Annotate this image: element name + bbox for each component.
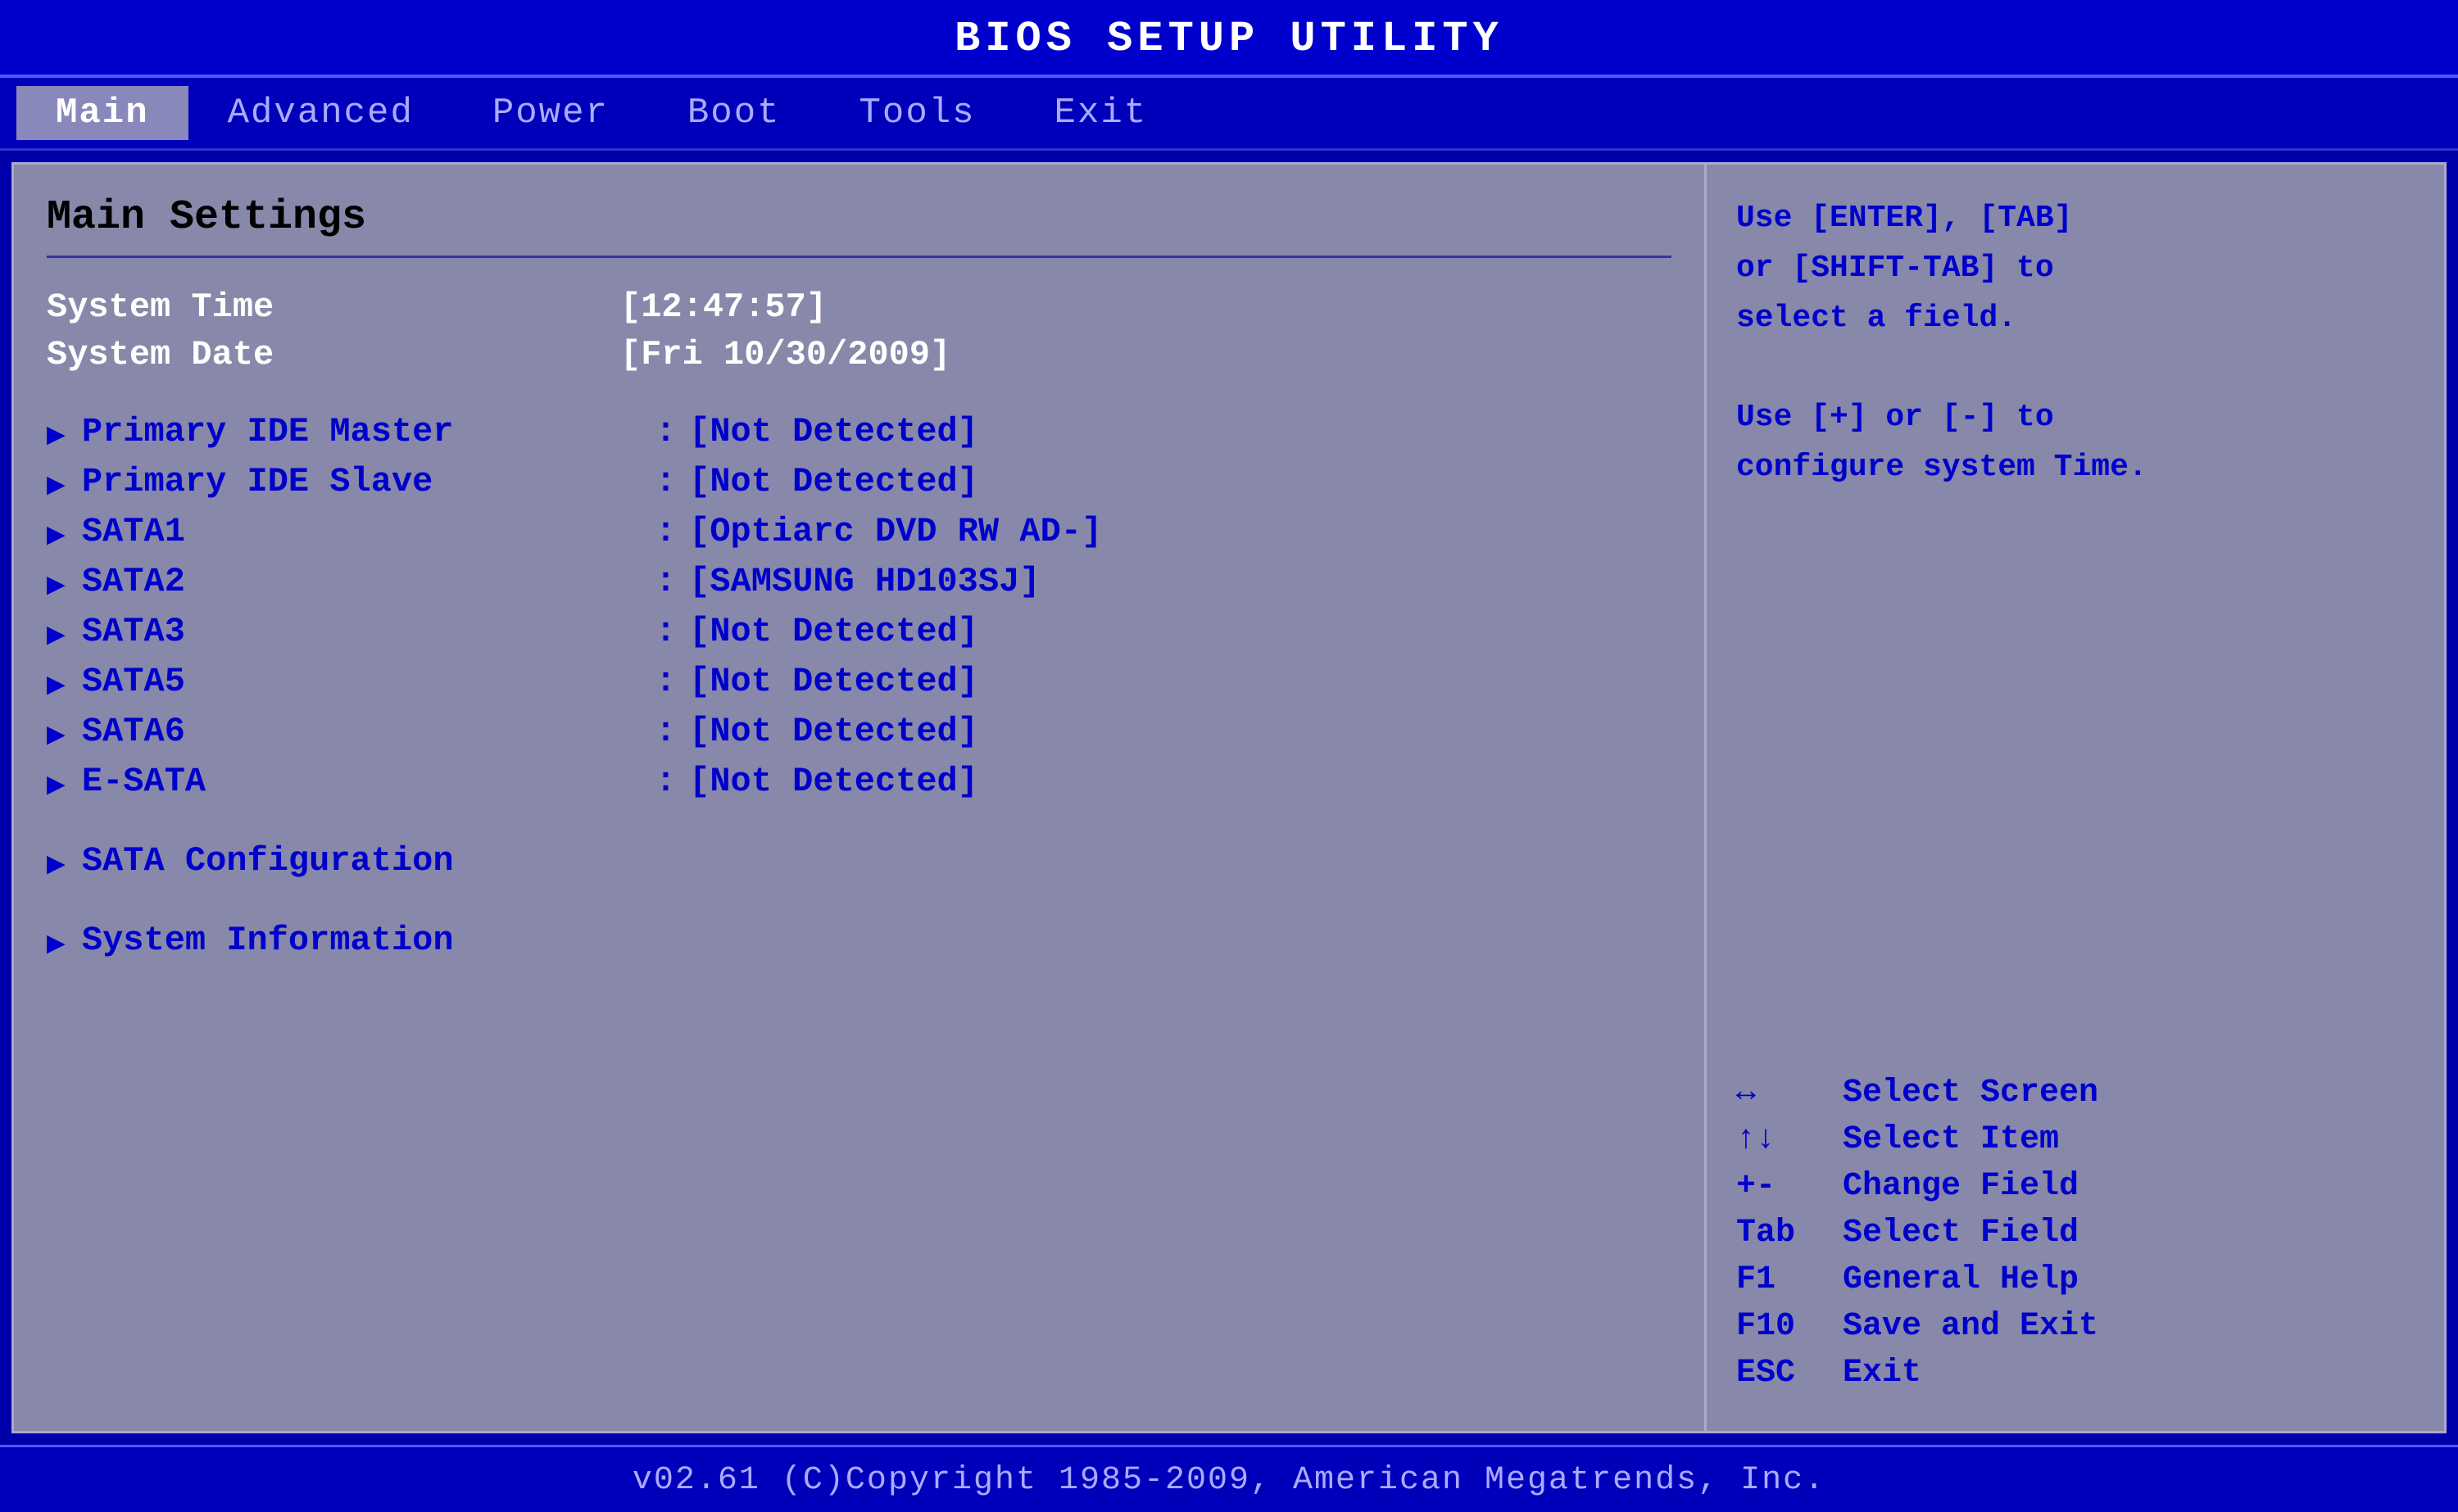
nav-bar: Main Advanced Power Boot Tools Exit <box>0 78 2458 151</box>
sata3-value: [Not Detected] <box>689 612 978 651</box>
key-symbol-plus-minus: +- <box>1736 1168 1843 1205</box>
system-time-value: [12:47:57] <box>620 287 827 327</box>
key-desc-select-screen: Select Screen <box>1843 1075 2098 1111</box>
key-select-screen: ↔ Select Screen <box>1736 1075 2415 1111</box>
key-desc-f1: General Help <box>1843 1261 2079 1298</box>
key-symbol-arrows-ud: ↑↓ <box>1736 1121 1843 1158</box>
key-desc-select-item: Select Item <box>1843 1121 2059 1158</box>
system-time-label: System Time <box>47 287 620 327</box>
key-select-item: ↑↓ Select Item <box>1736 1121 2415 1158</box>
key-help-section: ↔ Select Screen ↑↓ Select Item +- Change… <box>1736 1075 2415 1401</box>
content-area: Main Settings System Time [12:47:57] Sys… <box>11 162 2447 1433</box>
nav-tools[interactable]: Tools <box>820 86 1015 140</box>
primary-ide-slave-label: Primary IDE Slave <box>82 462 655 501</box>
help-intro-text: Use [ENTER], [TAB] or [SHIFT-TAB] to sel… <box>1736 194 2415 493</box>
primary-ide-slave-row[interactable]: ▶ Primary IDE Slave : [Not Detected] <box>47 462 1671 504</box>
colon-4: : <box>655 562 676 601</box>
primary-ide-master-row[interactable]: ▶ Primary IDE Master : [Not Detected] <box>47 412 1671 454</box>
section-divider <box>47 256 1671 258</box>
key-desc-select-field: Select Field <box>1843 1215 2079 1252</box>
submenu-arrow-esata: ▶ <box>47 765 66 804</box>
submenu-arrow-primary-ide-master: ▶ <box>47 415 66 454</box>
key-change-field: +- Change Field <box>1736 1168 2415 1205</box>
nav-boot[interactable]: Boot <box>648 86 820 140</box>
key-esc: ESC Exit <box>1736 1355 2415 1392</box>
system-date-row[interactable]: System Date [Fri 10/30/2009] <box>47 335 1671 374</box>
left-panel: Main Settings System Time [12:47:57] Sys… <box>14 165 1707 1431</box>
system-time-row[interactable]: System Time [12:47:57] <box>47 287 1671 327</box>
submenu-arrow-sata5: ▶ <box>47 665 66 704</box>
esata-label: E-SATA <box>82 762 655 801</box>
sata5-value: [Not Detected] <box>689 662 978 701</box>
sata2-value: [SAMSUNG HD103SJ] <box>689 562 1040 601</box>
colon-8: : <box>655 762 676 801</box>
system-info-row[interactable]: ▶ System Information <box>47 921 1671 962</box>
esata-row[interactable]: ▶ E-SATA : [Not Detected] <box>47 762 1671 804</box>
colon-1: : <box>655 412 676 451</box>
sata5-row[interactable]: ▶ SATA5 : [Not Detected] <box>47 662 1671 704</box>
submenu-arrow-primary-ide-slave: ▶ <box>47 465 66 504</box>
sata6-row[interactable]: ▶ SATA6 : [Not Detected] <box>47 712 1671 754</box>
submenu-arrow-sata1: ▶ <box>47 515 66 554</box>
nav-exit[interactable]: Exit <box>1015 86 1187 140</box>
sata1-value: [Optiarc DVD RW AD-] <box>689 512 1102 551</box>
submenu-arrow-sata2: ▶ <box>47 565 66 604</box>
submenu-arrow-sata6: ▶ <box>47 715 66 754</box>
sata5-label: SATA5 <box>82 662 655 701</box>
bios-title: BIOS SETUP UTILITY <box>955 15 1503 63</box>
key-symbol-arrows-lr: ↔ <box>1736 1075 1843 1111</box>
key-f1: F1 General Help <box>1736 1261 2415 1298</box>
colon-7: : <box>655 712 676 751</box>
sata2-row[interactable]: ▶ SATA2 : [SAMSUNG HD103SJ] <box>47 562 1671 604</box>
nav-main[interactable]: Main <box>16 86 188 140</box>
system-info-label: System Information <box>82 921 655 960</box>
colon-5: : <box>655 612 676 651</box>
key-symbol-f1: F1 <box>1736 1261 1843 1298</box>
nav-power[interactable]: Power <box>453 86 648 140</box>
sata6-label: SATA6 <box>82 712 655 751</box>
sata1-label: SATA1 <box>82 512 655 551</box>
key-desc-f10: Save and Exit <box>1843 1308 2098 1345</box>
colon-3: : <box>655 512 676 551</box>
primary-ide-master-label: Primary IDE Master <box>82 412 655 451</box>
system-date-value: [Fri 10/30/2009] <box>620 335 950 374</box>
colon-2: : <box>655 462 676 501</box>
footer: v02.61 (C)Copyright 1985-2009, American … <box>0 1445 2458 1512</box>
title-bar: BIOS SETUP UTILITY <box>0 0 2458 78</box>
key-select-field: Tab Select Field <box>1736 1215 2415 1252</box>
key-symbol-tab: Tab <box>1736 1215 1843 1252</box>
section-title: Main Settings <box>47 194 1671 241</box>
primary-ide-slave-value: [Not Detected] <box>689 462 978 501</box>
submenu-arrow-sata3: ▶ <box>47 615 66 654</box>
nav-advanced[interactable]: Advanced <box>188 86 453 140</box>
sata-config-label: SATA Configuration <box>82 841 655 880</box>
system-date-label: System Date <box>47 335 620 374</box>
sata3-label: SATA3 <box>82 612 655 651</box>
sata6-value: [Not Detected] <box>689 712 978 751</box>
sata3-row[interactable]: ▶ SATA3 : [Not Detected] <box>47 612 1671 654</box>
colon-6: : <box>655 662 676 701</box>
right-panel: Use [ENTER], [TAB] or [SHIFT-TAB] to sel… <box>1707 165 2444 1431</box>
submenu-arrow-system-info: ▶ <box>47 924 66 962</box>
esata-value: [Not Detected] <box>689 762 978 801</box>
sata1-row[interactable]: ▶ SATA1 : [Optiarc DVD RW AD-] <box>47 512 1671 554</box>
sata-config-row[interactable]: ▶ SATA Configuration <box>47 841 1671 883</box>
footer-text: v02.61 (C)Copyright 1985-2009, American … <box>633 1462 1825 1499</box>
submenu-arrow-sata-config: ▶ <box>47 844 66 883</box>
key-symbol-esc: ESC <box>1736 1355 1843 1392</box>
key-f10: F10 Save and Exit <box>1736 1308 2415 1345</box>
key-desc-change-field: Change Field <box>1843 1168 2079 1205</box>
key-desc-esc: Exit <box>1843 1355 1921 1392</box>
primary-ide-master-value: [Not Detected] <box>689 412 978 451</box>
key-symbol-f10: F10 <box>1736 1308 1843 1345</box>
sata2-label: SATA2 <box>82 562 655 601</box>
